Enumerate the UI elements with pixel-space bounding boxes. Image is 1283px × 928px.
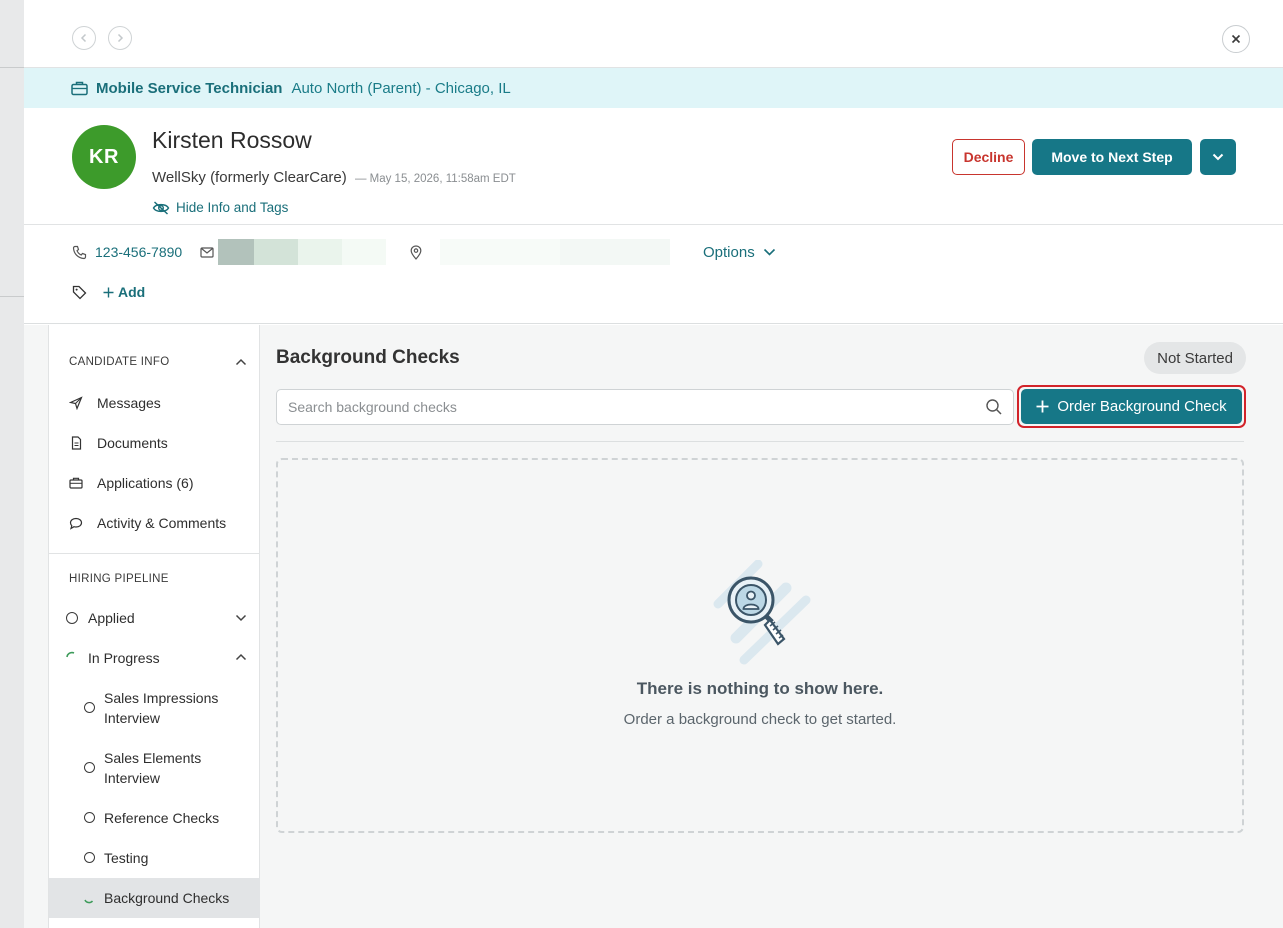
panel-topbar bbox=[24, 0, 1283, 68]
address-redacted bbox=[440, 239, 671, 265]
hiring-pipeline-heading: HIRING PIPELINE bbox=[69, 573, 169, 585]
briefcase-icon bbox=[71, 81, 88, 95]
status-circle-icon bbox=[84, 852, 95, 863]
close-icon bbox=[1231, 34, 1241, 44]
status-circle-icon bbox=[66, 612, 78, 624]
location-pin-icon bbox=[410, 244, 422, 260]
candidate-info-heading: CANDIDATE INFO bbox=[69, 356, 170, 368]
search-icon bbox=[986, 399, 1002, 415]
tag-row: Add bbox=[72, 281, 145, 303]
email-icon bbox=[200, 246, 214, 258]
pipeline-label: Reference Checks bbox=[104, 810, 220, 826]
chevron-down-icon[interactable] bbox=[235, 614, 247, 622]
close-panel-button[interactable] bbox=[1222, 25, 1250, 53]
email-redacted bbox=[218, 239, 387, 265]
sidebar: CANDIDATE INFO Messages Documents Applic… bbox=[48, 325, 260, 928]
plus-icon bbox=[1036, 400, 1049, 413]
page-title: Background Checks bbox=[276, 347, 460, 368]
background-checks-panel: Background Checks Not Started Search bac… bbox=[276, 325, 1246, 928]
options-label: Options bbox=[703, 243, 755, 261]
hide-info-toggle[interactable]: Hide Info and Tags bbox=[152, 200, 288, 215]
order-button-label: Order Background Check bbox=[1057, 398, 1227, 415]
empty-state: There is nothing to show here. Order a b… bbox=[276, 458, 1244, 833]
options-dropdown[interactable]: Options bbox=[703, 241, 776, 263]
sidebar-item-label: Messages bbox=[97, 395, 161, 411]
section-divider bbox=[276, 441, 1244, 442]
backdrop-divider bbox=[0, 67, 24, 68]
add-tag-label: Add bbox=[118, 284, 146, 300]
next-candidate-button[interactable] bbox=[108, 26, 132, 50]
sidebar-item-applications[interactable]: Applications (6) bbox=[69, 475, 194, 491]
contact-row: 123-456-7890 bbox=[72, 239, 671, 265]
content-area: CANDIDATE INFO Messages Documents Applic… bbox=[24, 325, 1283, 928]
pipeline-label: Sales Impressions Interview bbox=[104, 690, 219, 726]
tag-icon bbox=[72, 285, 87, 299]
candidate-company: WellSky (formerly ClearCare) — May 15, 2… bbox=[152, 169, 516, 186]
in-progress-icon bbox=[66, 651, 75, 658]
pipeline-label: Sales Elements Interview bbox=[104, 750, 202, 786]
chevron-right-icon bbox=[117, 33, 124, 43]
briefcase-icon bbox=[69, 477, 83, 489]
chevron-left-icon bbox=[80, 33, 87, 43]
magnifier-person-icon bbox=[713, 560, 811, 665]
chevron-down-icon bbox=[763, 248, 775, 256]
chevron-up-icon[interactable] bbox=[235, 653, 247, 661]
pipeline-label: In Progress bbox=[88, 650, 160, 666]
next-step-dropdown-button[interactable] bbox=[1200, 139, 1236, 175]
plus-icon bbox=[103, 287, 114, 297]
company-name: WellSky (formerly ClearCare) bbox=[152, 169, 347, 186]
status-badge: Not Started bbox=[1144, 342, 1246, 374]
sidebar-item-label: Applications (6) bbox=[97, 475, 194, 491]
hide-info-label: Hide Info and Tags bbox=[176, 200, 289, 215]
contact-section: 123-456-7890 Options Add bbox=[24, 225, 1283, 324]
job-banner: Mobile Service Technician Auto North (Pa… bbox=[24, 68, 1283, 108]
pipeline-label: Background Checks bbox=[104, 890, 230, 906]
chevron-down-icon bbox=[1212, 153, 1224, 161]
empty-state-subtitle: Order a background check to get started. bbox=[623, 711, 897, 728]
decline-button[interactable]: Decline bbox=[952, 139, 1025, 175]
phone-number-link[interactable]: 123-456-7890 bbox=[95, 244, 182, 260]
document-icon bbox=[71, 436, 81, 450]
in-progress-icon bbox=[84, 899, 94, 904]
search-placeholder: Search background checks bbox=[288, 399, 457, 415]
candidate-panel: Mobile Service Technician Auto North (Pa… bbox=[24, 0, 1283, 928]
pipeline-label: Testing bbox=[104, 850, 149, 866]
chevron-up-icon[interactable] bbox=[235, 358, 247, 366]
pipeline-step-background-checks[interactable]: Background Checks bbox=[49, 878, 260, 918]
phone-icon bbox=[72, 245, 87, 259]
comment-icon bbox=[69, 517, 83, 530]
sidebar-item-documents[interactable]: Documents bbox=[69, 435, 168, 451]
job-location-link[interactable]: Auto North (Parent) - Chicago, IL bbox=[291, 80, 510, 97]
search-input[interactable]: Search background checks bbox=[276, 389, 1014, 425]
sidebar-item-messages[interactable]: Messages bbox=[69, 395, 161, 411]
avatar: KR bbox=[72, 125, 136, 189]
job-title-link[interactable]: Mobile Service Technician bbox=[96, 80, 282, 97]
sidebar-item-label: Documents bbox=[97, 435, 168, 451]
send-icon bbox=[69, 396, 83, 410]
sidebar-item-activity[interactable]: Activity & Comments bbox=[69, 515, 226, 531]
previous-candidate-button[interactable] bbox=[72, 26, 96, 50]
empty-state-title: There is nothing to show here. bbox=[636, 679, 884, 698]
candidate-name: Kirsten Rossow bbox=[152, 127, 312, 153]
applied-date: — May 15, 2026, 11:58am EDT bbox=[354, 173, 516, 185]
add-tag-button[interactable]: Add bbox=[103, 284, 145, 300]
sidebar-divider bbox=[49, 553, 260, 554]
backdrop-divider bbox=[0, 296, 24, 297]
sidebar-item-label: Activity & Comments bbox=[97, 515, 227, 531]
pipeline-label: Applied bbox=[88, 610, 135, 626]
status-circle-icon bbox=[84, 702, 95, 713]
status-circle-icon bbox=[84, 762, 95, 773]
candidate-header: KR Kirsten Rossow WellSky (formerly Clea… bbox=[24, 108, 1283, 225]
status-circle-icon bbox=[84, 812, 95, 823]
order-background-check-button[interactable]: Order Background Check bbox=[1021, 389, 1242, 424]
move-to-next-step-button[interactable]: Move to Next Step bbox=[1032, 139, 1192, 175]
eye-off-icon bbox=[152, 200, 170, 215]
